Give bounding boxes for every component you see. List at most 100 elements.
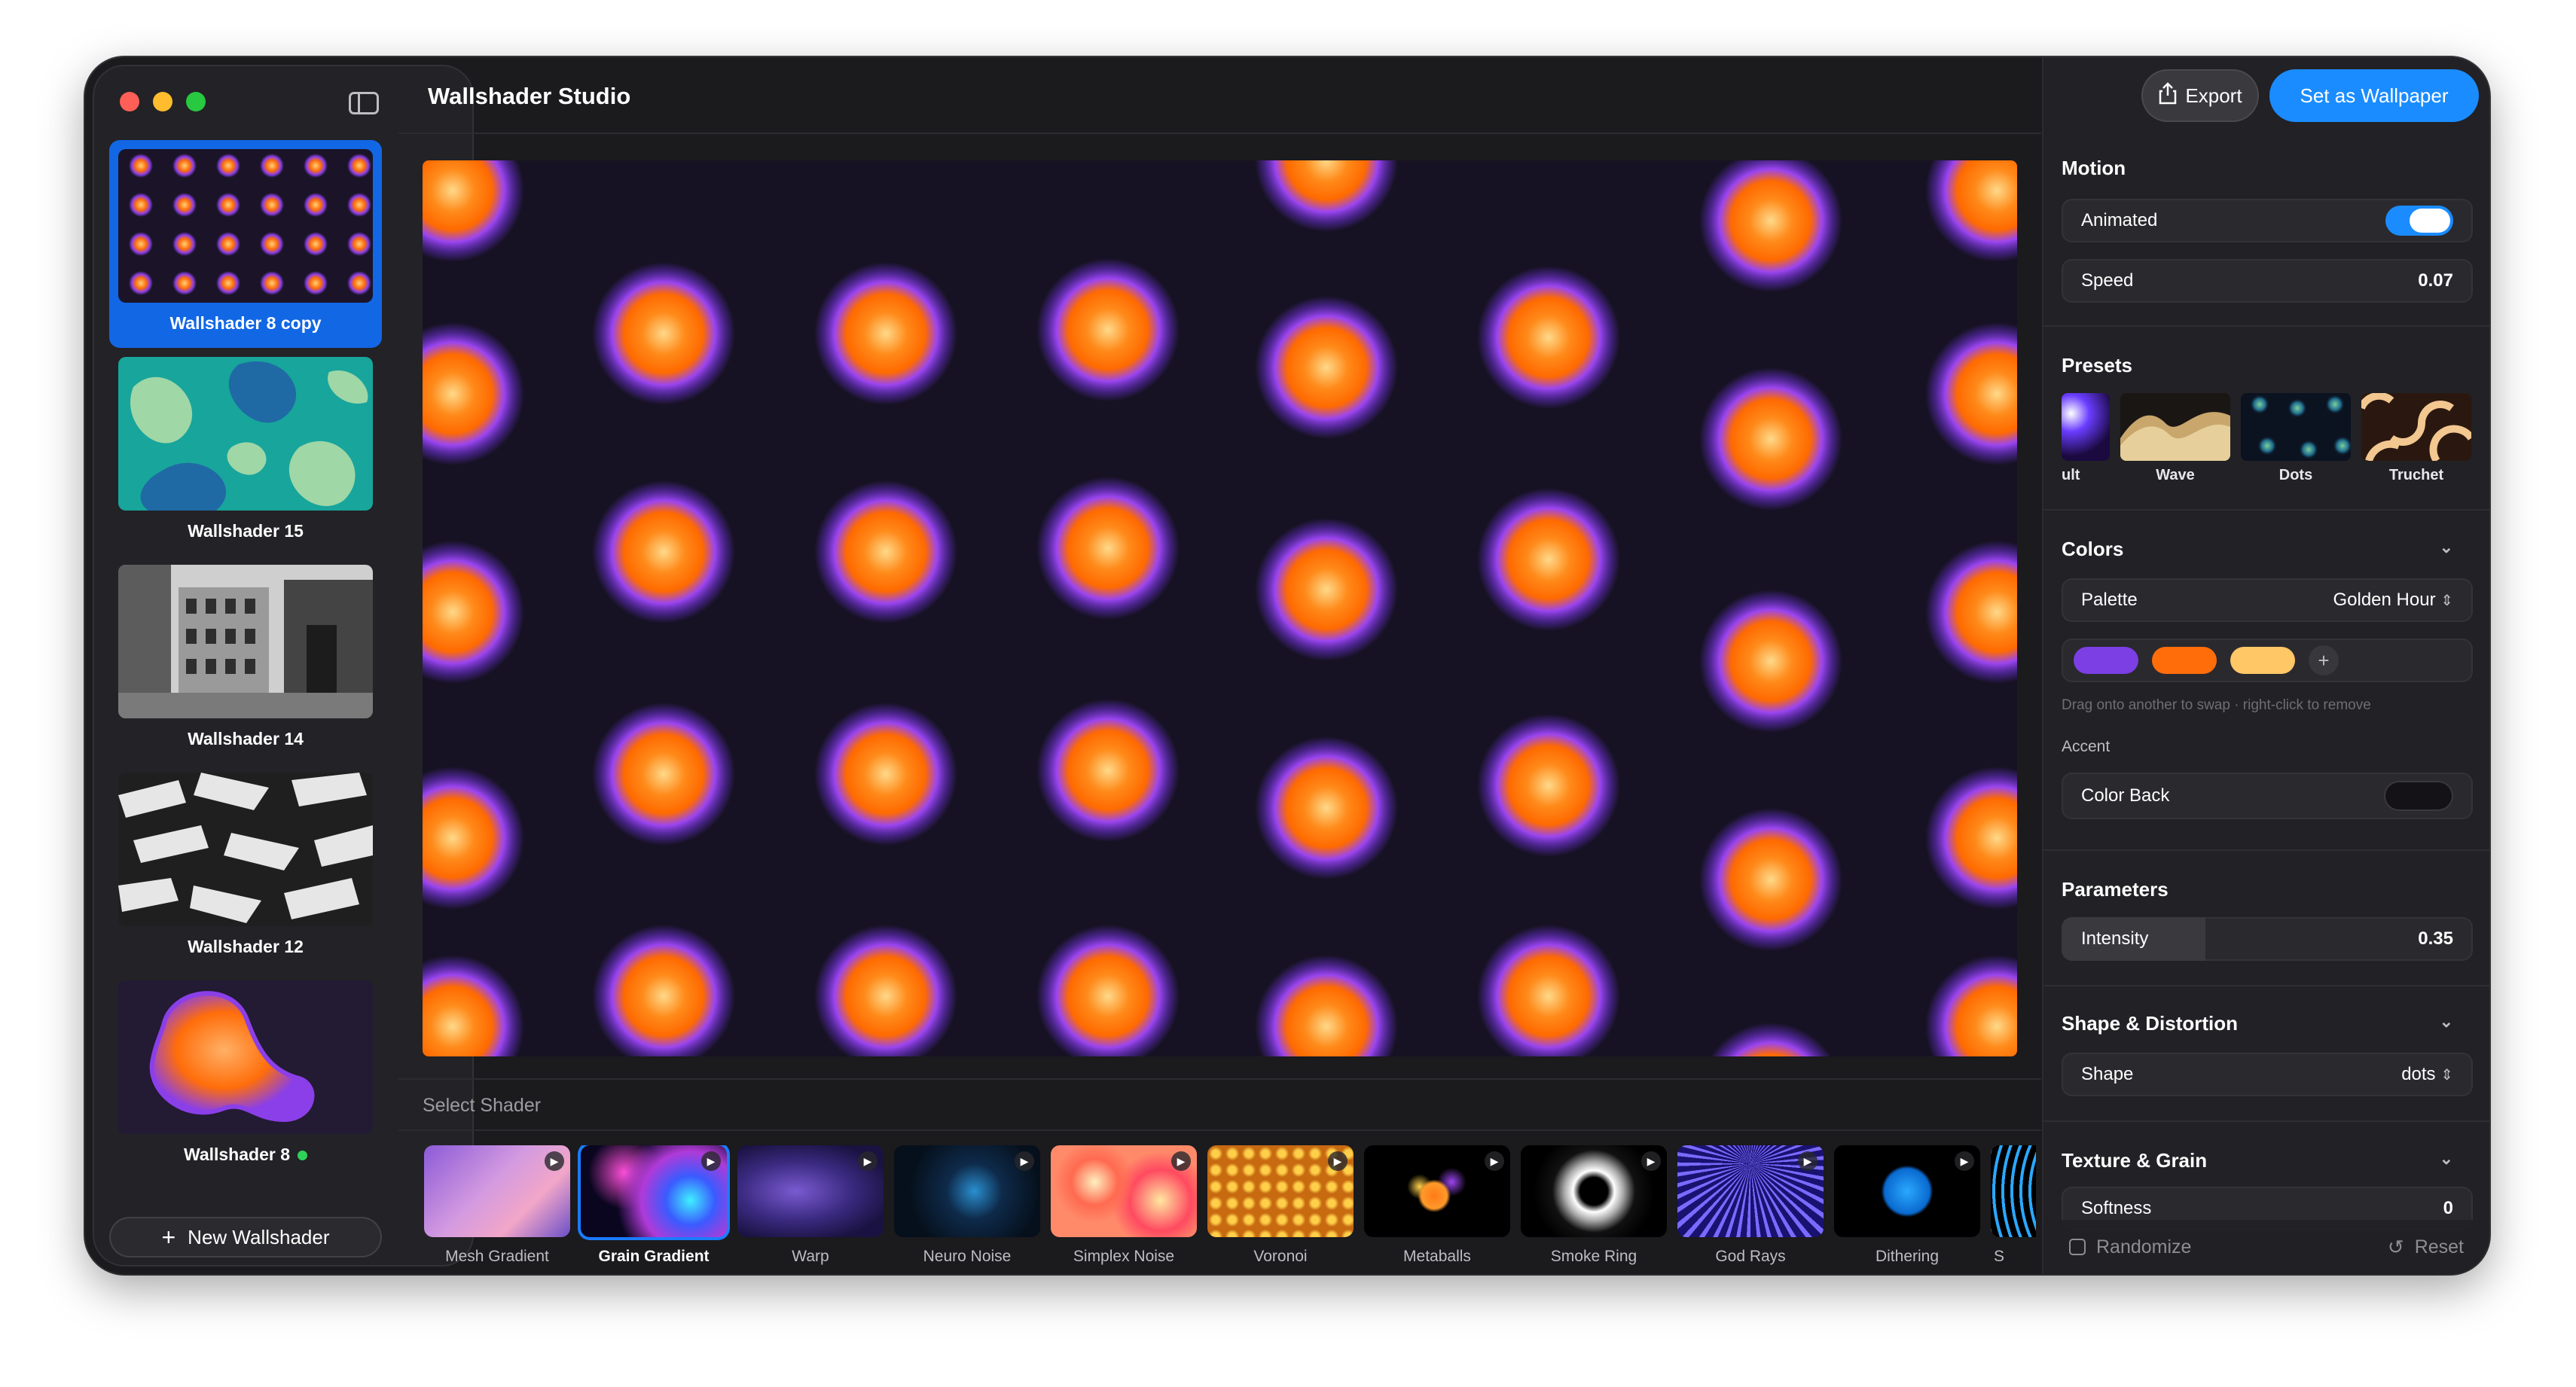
shader-tile-dithering[interactable]: ▶ Dithering: [1834, 1145, 1980, 1266]
play-icon[interactable]: ▶: [701, 1151, 721, 1171]
thumbnail: [2361, 393, 2471, 461]
divider: [2043, 985, 2489, 986]
swatch-purple[interactable]: [2074, 647, 2138, 674]
app-window: Wallshader 8 copy Wallshader 15 Wallshad…: [85, 57, 2489, 1274]
play-icon[interactable]: ▶: [1015, 1151, 1034, 1171]
sidebar-item-label: Wallshader 15: [188, 521, 304, 541]
preset-dots[interactable]: Dots: [2241, 393, 2351, 484]
shader-tile-warp[interactable]: ▶ Warp: [737, 1145, 884, 1266]
shader-picker-strip: ▶ Mesh Gradient ▶ Grain Gradient ▶ Warp …: [417, 1145, 2036, 1273]
play-icon[interactable]: ▶: [858, 1151, 877, 1171]
play-icon[interactable]: ▶: [1798, 1151, 1818, 1171]
thumbnail: [118, 565, 373, 718]
thumbnail: ▶: [1834, 1145, 1980, 1237]
select-shader-heading: Select Shader: [423, 1095, 542, 1116]
sidebar-toggle-icon[interactable]: [349, 92, 379, 114]
play-icon[interactable]: ▶: [1955, 1151, 1974, 1171]
shader-tile-mesh-gradient[interactable]: ▶ Mesh Gradient: [424, 1145, 570, 1266]
shader-tile-neuro-noise[interactable]: ▶ Neuro Noise: [894, 1145, 1040, 1266]
sidebar-item-wallshader-15[interactable]: Wallshader 15: [109, 348, 382, 556]
sidebar-item-wallshader-8[interactable]: Wallshader 8: [109, 971, 382, 1179]
play-icon[interactable]: ▶: [1171, 1151, 1191, 1171]
animated-toggle[interactable]: [2385, 206, 2453, 236]
shape-distortion-heading[interactable]: Shape & Distortion ⌄: [2062, 1012, 2473, 1035]
palette-select[interactable]: Palette Golden Hour ⇕: [2062, 578, 2473, 622]
export-button[interactable]: Export: [2141, 69, 2259, 122]
preset-wave[interactable]: Wave: [2120, 393, 2230, 484]
zoom-window-button[interactable]: [186, 92, 206, 111]
shader-tile-smoke-ring[interactable]: ▶ Smoke Ring: [1521, 1145, 1667, 1266]
shape-label: Shape: [2081, 1064, 2134, 1084]
play-icon[interactable]: ▶: [1485, 1151, 1504, 1171]
thumbnail: ▶: [1051, 1145, 1197, 1237]
swatch-yellow[interactable]: [2230, 647, 2295, 674]
reset-button[interactable]: ↺ Reset: [2388, 1236, 2464, 1259]
preset-label: ult: [2062, 467, 2080, 483]
sidebar-item-wallshader-12[interactable]: Wallshader 12: [109, 764, 382, 971]
sidebar-item-wallshader-14[interactable]: Wallshader 14: [109, 556, 382, 764]
shader-tile-metaballs[interactable]: ▶ Metaballs: [1364, 1145, 1510, 1266]
thumbnail: [2120, 393, 2230, 461]
new-wallshader-button[interactable]: + New Wallshader: [109, 1217, 382, 1257]
thumbnail: [118, 980, 373, 1134]
set-as-wallpaper-button[interactable]: Set as Wallpaper: [2269, 69, 2479, 122]
thumbnail: ▶: [424, 1145, 570, 1237]
chevron-up-down-icon: ⇕: [2440, 593, 2453, 609]
shader-preview-canvas[interactable]: [423, 160, 2017, 1056]
play-icon[interactable]: ▶: [1328, 1151, 1348, 1171]
animated-row: Animated: [2062, 199, 2473, 242]
divider: [398, 1078, 2041, 1080]
sidebar-item-wallshader-8-copy[interactable]: Wallshader 8 copy: [109, 140, 382, 348]
parameters-heading: Parameters: [2062, 878, 2169, 901]
colors-heading[interactable]: Colors ⌄: [2062, 538, 2473, 561]
sidebar-item-label-text: Wallshader 8: [183, 1145, 291, 1164]
preset-ult[interactable]: ult: [2062, 393, 2110, 484]
shader-tile-god-rays[interactable]: ▶ God Rays: [1677, 1145, 1824, 1266]
palette-value-wrap: Golden Hour ⇕: [2333, 590, 2453, 611]
shader-tile-label: Dithering: [1875, 1248, 1940, 1265]
shape-distortion-title: Shape & Distortion: [2062, 1012, 2239, 1035]
shape-select[interactable]: Shape dots ⇕: [2062, 1053, 2473, 1096]
sidebar-item-label: Wallshader 14: [188, 729, 304, 748]
close-window-button[interactable]: [120, 92, 139, 111]
sidebar-item-label: Wallshader 12: [188, 937, 304, 956]
thumbnail: [118, 357, 373, 511]
shader-tile-simplex-noise[interactable]: ▶ Simplex Noise: [1051, 1145, 1197, 1266]
play-icon[interactable]: ▶: [545, 1151, 564, 1171]
randomize-button[interactable]: Randomize: [2069, 1236, 2191, 1258]
shader-tile-grain-gradient[interactable]: ▶ Grain Gradient: [581, 1145, 727, 1266]
thumbnail: [118, 773, 373, 926]
reset-label: Reset: [2414, 1236, 2464, 1257]
divider: [398, 1129, 2041, 1131]
shader-tile-voronoi[interactable]: ▶ Voronoi: [1207, 1145, 1354, 1266]
swatch-orange[interactable]: [2152, 647, 2217, 674]
minimize-window-button[interactable]: [153, 92, 172, 111]
new-wallshader-label: New Wallshader: [188, 1225, 330, 1248]
preset-label: Dots: [2278, 467, 2313, 483]
add-swatch-button[interactable]: +: [2309, 645, 2339, 675]
thumbnail: [2062, 393, 2110, 461]
intensity-slider[interactable]: Intensity 0.35: [2062, 917, 2473, 961]
play-icon[interactable]: ▶: [1641, 1151, 1661, 1171]
plus-icon: +: [161, 1224, 176, 1251]
texture-grain-heading[interactable]: Texture & Grain ⌄: [2062, 1149, 2473, 1172]
preset-truchet[interactable]: Truchet: [2361, 393, 2471, 484]
thumbnail: ▶: [581, 1145, 727, 1237]
softness-value: 0: [2443, 1198, 2453, 1218]
softness-label: Softness: [2081, 1198, 2152, 1218]
thumbnail: [2241, 393, 2351, 461]
thumbnail: ▶: [1364, 1145, 1510, 1237]
divider: [2043, 1120, 2489, 1122]
color-back-label: Color Back: [2081, 785, 2170, 806]
shader-tile-partial[interactable]: S: [1991, 1145, 2036, 1266]
chevron-down-icon: ⌄: [2439, 538, 2453, 556]
preset-label: Wave: [2156, 467, 2195, 483]
shape-value: dots: [2401, 1064, 2436, 1084]
speed-slider[interactable]: Speed 0.07: [2062, 259, 2473, 303]
animated-label: Animated: [2081, 210, 2158, 230]
page-title: Wallshader Studio: [428, 83, 631, 109]
thumbnail: ▶: [1677, 1145, 1824, 1237]
window-controls: [120, 92, 206, 111]
shader-tile-label: Smoke Ring: [1550, 1248, 1637, 1265]
color-back-well[interactable]: [2384, 781, 2453, 811]
